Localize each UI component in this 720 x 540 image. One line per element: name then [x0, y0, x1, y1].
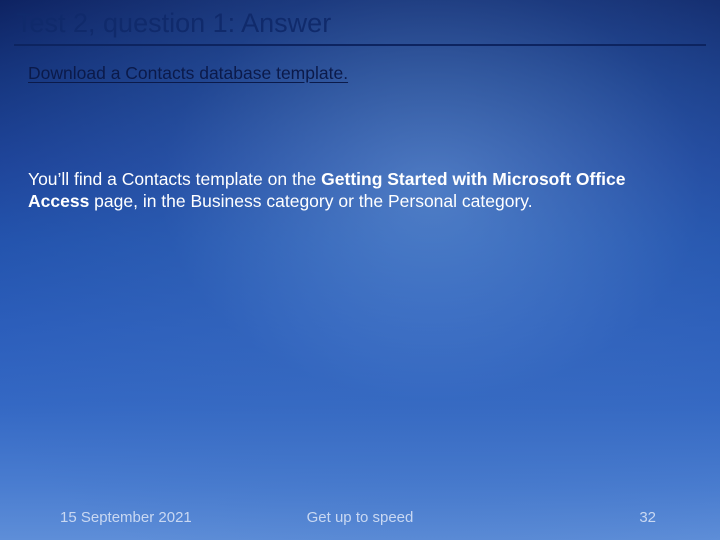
slide: Test 2, question 1: Answer Download a Co…	[0, 0, 720, 540]
footer-page-number: 32	[639, 509, 656, 526]
answer-text: Download a Contacts database template.	[28, 63, 692, 84]
body-post: page, in the Business category or the Pe…	[89, 191, 532, 211]
footer: 15 September 2021 Get up to speed 32	[0, 502, 720, 526]
title-underline	[14, 44, 706, 46]
body-text: You’ll find a Contacts template on the G…	[28, 168, 680, 213]
slide-title: Test 2, question 1: Answer	[16, 8, 704, 43]
footer-subtitle: Get up to speed	[0, 509, 720, 526]
body-pre: You’ll find a Contacts template on the	[28, 169, 321, 189]
